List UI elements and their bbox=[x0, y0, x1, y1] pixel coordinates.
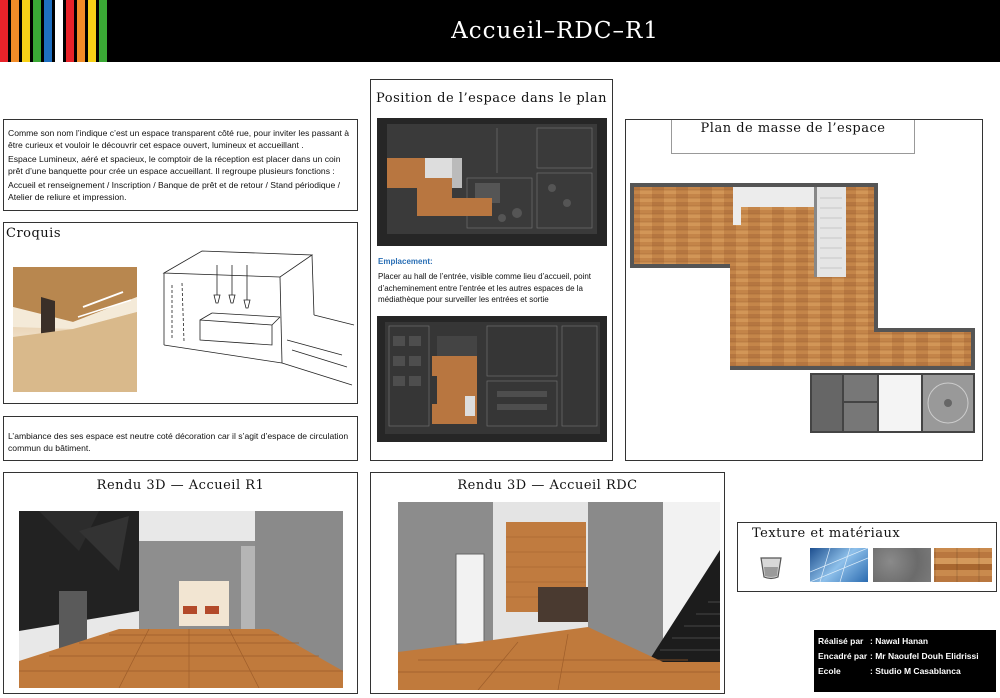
position-title: Position de l’espace dans le plan bbox=[376, 91, 607, 106]
credit-realise-label: Réalisé par bbox=[818, 636, 864, 646]
texture-panel: Texture et matériaux bbox=[737, 522, 997, 592]
color-stripes-logo bbox=[0, 0, 110, 62]
floor-plan-bottom bbox=[377, 316, 607, 442]
plan-masse-title: Plan de masse de l’espace bbox=[671, 120, 915, 154]
rendu-rdc-panel: Rendu 3D — Accueil RDC bbox=[370, 472, 725, 694]
color-stripe bbox=[44, 0, 52, 62]
plan-masse-panel: Plan de masse de l’espace bbox=[625, 119, 983, 461]
color-stripe bbox=[33, 0, 41, 62]
credits-block: Réalisé par : Nawal Hanan Encadré par: Mr… bbox=[814, 630, 996, 692]
color-stripe bbox=[0, 0, 8, 62]
credit-ecole: Ecole : Studio M Casablanca bbox=[818, 666, 992, 676]
credit-encadre: Encadré par: Mr Naoufel Douh Elidrissi bbox=[818, 651, 992, 661]
croquis-panel: Croquis bbox=[3, 222, 358, 404]
color-stripe bbox=[99, 0, 107, 62]
credit-realise: Réalisé par : Nawal Hanan bbox=[818, 636, 992, 646]
color-stripe bbox=[22, 0, 30, 62]
description-paragraph-1: Comme son nom l’indique c’est un espace … bbox=[8, 128, 350, 150]
color-stripe bbox=[66, 0, 74, 62]
emplacement-text: Placer au hall de l’entrée, visible comm… bbox=[378, 272, 591, 305]
plan-masse-drawing bbox=[628, 178, 980, 438]
position-panel: Position de l’espace dans le plan Emplac… bbox=[370, 79, 613, 461]
blue-glass-facade-swatch bbox=[809, 547, 869, 583]
rendu-rdc-image bbox=[398, 502, 720, 690]
color-stripe bbox=[11, 0, 19, 62]
rendu-rdc-title: Rendu 3D — Accueil RDC bbox=[457, 478, 638, 493]
rendu-r1-title: Rendu 3D — Accueil R1 bbox=[96, 478, 265, 493]
page-title: Accueil–RDC–R1 bbox=[451, 18, 659, 44]
color-stripe bbox=[77, 0, 85, 62]
color-stripe bbox=[88, 0, 96, 62]
texture-title: Texture et matériaux bbox=[752, 526, 901, 541]
glass-cup-icon bbox=[758, 555, 784, 581]
description-paragraph-2: Espace Lumineux, aéré et spacieux, le co… bbox=[8, 154, 341, 176]
light-wood-swatch bbox=[934, 548, 992, 582]
croquis-photo bbox=[13, 267, 137, 392]
credit-encadre-value: : Mr Naoufel Douh Elidrissi bbox=[870, 651, 979, 661]
credit-realise-value: : Nawal Hanan bbox=[870, 636, 929, 646]
description-panel: Comme son nom l’indique c’est un espace … bbox=[3, 119, 358, 211]
emplacement-label: Emplacement: bbox=[378, 257, 433, 266]
color-stripe bbox=[55, 0, 63, 62]
credit-encadre-label: Encadré par bbox=[818, 651, 868, 661]
ambiance-panel: L’ambiance des ses espace est neutre cot… bbox=[3, 416, 358, 461]
croquis-sketch bbox=[162, 245, 356, 395]
credit-ecole-label: Ecole bbox=[818, 666, 841, 676]
floor-plan-top bbox=[377, 118, 607, 246]
ambiance-text: L’ambiance des ses espace est neutre cot… bbox=[8, 431, 349, 453]
rendu-r1-image bbox=[19, 511, 343, 688]
credit-ecole-value: : Studio M Casablanca bbox=[870, 666, 961, 676]
grey-concrete-swatch bbox=[873, 548, 931, 582]
description-paragraph-3: Accueil et renseignement / Inscription /… bbox=[8, 180, 341, 202]
croquis-title: Croquis bbox=[6, 226, 62, 241]
rendu-r1-panel: Rendu 3D — Accueil R1 bbox=[3, 472, 358, 694]
